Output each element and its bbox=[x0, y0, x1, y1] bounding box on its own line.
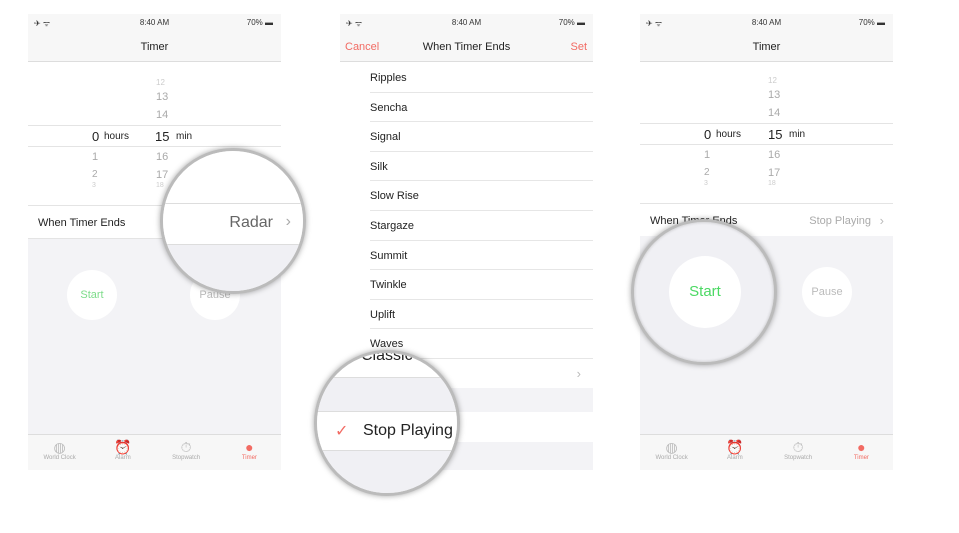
picker-value[interactable]: 2 bbox=[704, 167, 744, 178]
pause-button[interactable]: Pause bbox=[802, 267, 852, 317]
sound-item[interactable]: Twinkle bbox=[370, 270, 593, 300]
status-bar: ✈ ᯤ 8:40 AM 70% ▬ bbox=[640, 14, 893, 32]
stopwatch-icon: ⏱ bbox=[792, 439, 804, 455]
sound-item[interactable]: Stargaze bbox=[370, 211, 593, 241]
status-time: 8:40 AM bbox=[451, 18, 482, 27]
sound-item[interactable]: Summit bbox=[370, 241, 593, 271]
magnifier-start: Start bbox=[631, 219, 777, 365]
tab-world-clock[interactable]: ◍ World Clock bbox=[28, 435, 91, 470]
page-title: Timer bbox=[640, 32, 893, 62]
when-timer-ends-value[interactable]: Radar bbox=[229, 214, 273, 232]
alarm-icon: ⏰ bbox=[114, 439, 132, 455]
hours-value: 0 bbox=[704, 127, 712, 142]
tab-timer[interactable]: ● Timer bbox=[218, 435, 281, 470]
sound-item[interactable]: Uplift bbox=[370, 300, 593, 330]
picker-value[interactable]: 12 bbox=[768, 76, 808, 85]
sound-item[interactable]: Silk bbox=[370, 152, 593, 182]
sound-item[interactable]: Signal bbox=[370, 122, 593, 152]
alarm-icon: ⏰ bbox=[726, 439, 744, 455]
picker-selection[interactable]: 0 hours 15 min bbox=[28, 125, 281, 147]
picker-value[interactable]: 14 bbox=[768, 107, 808, 119]
when-timer-ends-label: When Timer Ends bbox=[38, 217, 126, 229]
hours-value: 0 bbox=[92, 129, 100, 144]
magnifier-stop-playing: Classic ✓ Stop Playing bbox=[314, 350, 460, 496]
status-time: 8:40 AM bbox=[139, 18, 170, 27]
picker-value[interactable]: 3 bbox=[704, 180, 744, 187]
picker-value[interactable]: 14 bbox=[156, 109, 196, 121]
start-button[interactable]: Start bbox=[669, 256, 741, 328]
page-title: When Timer Ends bbox=[422, 41, 511, 53]
picker-value[interactable]: 2 bbox=[92, 169, 132, 180]
minutes-unit: min bbox=[176, 131, 193, 142]
picker-value[interactable]: 16 bbox=[768, 149, 808, 161]
picker-value[interactable]: 1 bbox=[92, 151, 132, 163]
hours-unit: hours bbox=[716, 129, 742, 140]
when-timer-ends-value: Stop Playing bbox=[809, 215, 871, 227]
picker-value[interactable]: 12 bbox=[156, 78, 196, 87]
chevron-right-icon: › bbox=[576, 366, 581, 381]
checkmark-icon: ✓ bbox=[335, 423, 349, 440]
page-title: Timer bbox=[28, 32, 281, 62]
stop-playing-label: Stop Playing bbox=[363, 422, 453, 439]
hours-unit: hours bbox=[104, 131, 130, 142]
tab-world-clock[interactable]: ◍ World Clock bbox=[640, 435, 703, 470]
tab-stopwatch[interactable]: ⏱ Stopwatch bbox=[155, 435, 218, 470]
battery-indicator: 70% ▬ bbox=[246, 18, 273, 27]
stop-playing-row[interactable]: ✓ Stop Playing bbox=[317, 411, 457, 451]
magnifier-radar: Radar › bbox=[160, 148, 306, 294]
start-button[interactable]: Start bbox=[67, 270, 117, 320]
picker-value[interactable]: 17 bbox=[768, 167, 808, 179]
picker-value[interactable]: 1 bbox=[704, 149, 744, 161]
minutes-value: 15 bbox=[155, 129, 170, 144]
status-time: 8:40 AM bbox=[751, 18, 782, 27]
stopwatch-icon: ⏱ bbox=[180, 439, 192, 455]
picker-value[interactable]: 13 bbox=[768, 89, 808, 101]
chevron-right-icon: › bbox=[285, 213, 291, 230]
sound-item[interactable]: Slow Rise bbox=[370, 181, 593, 211]
picker-selection[interactable]: 0 hours 15 min bbox=[640, 123, 893, 145]
tab-alarm[interactable]: ⏰ Alarm bbox=[703, 435, 766, 470]
tab-alarm[interactable]: ⏰ Alarm bbox=[91, 435, 154, 470]
timer-icon: ● bbox=[857, 439, 866, 455]
sound-item[interactable]: Sencha bbox=[370, 93, 593, 123]
tab-bar: ◍ World Clock ⏰ Alarm ⏱ Stopwatch ● Timer bbox=[28, 434, 281, 470]
set-button[interactable]: Set bbox=[570, 32, 587, 62]
globe-icon: ◍ bbox=[665, 439, 678, 455]
picker-value[interactable]: 3 bbox=[92, 182, 132, 189]
minutes-unit: min bbox=[789, 129, 806, 140]
chevron-right-icon: › bbox=[879, 213, 884, 228]
battery-indicator: 70% ▬ bbox=[858, 18, 885, 27]
cancel-button[interactable]: Cancel bbox=[345, 32, 379, 62]
tab-timer[interactable]: ● Timer bbox=[830, 435, 893, 470]
picker-value[interactable]: 13 bbox=[156, 91, 196, 103]
minutes-value: 15 bbox=[768, 127, 783, 142]
globe-icon: ◍ bbox=[53, 439, 66, 455]
status-bar: ✈ ᯤ 8:40 AM 70% ▬ bbox=[28, 14, 281, 32]
picker-value[interactable]: 18 bbox=[768, 180, 808, 187]
tab-stopwatch[interactable]: ⏱ Stopwatch bbox=[767, 435, 830, 470]
classic-label: Classic bbox=[361, 350, 413, 364]
battery-indicator: 70% ▬ bbox=[558, 18, 585, 27]
status-bar: ✈ ᯤ 8:40 AM 70% ▬ bbox=[340, 14, 593, 32]
timer-icon: ● bbox=[245, 439, 254, 455]
tab-bar: ◍ World Clock ⏰ Alarm ⏱ Stopwatch ● Timer bbox=[640, 434, 893, 470]
sound-item[interactable]: Ripples bbox=[370, 63, 593, 93]
nav-bar: Cancel When Timer Ends Set bbox=[340, 32, 593, 62]
